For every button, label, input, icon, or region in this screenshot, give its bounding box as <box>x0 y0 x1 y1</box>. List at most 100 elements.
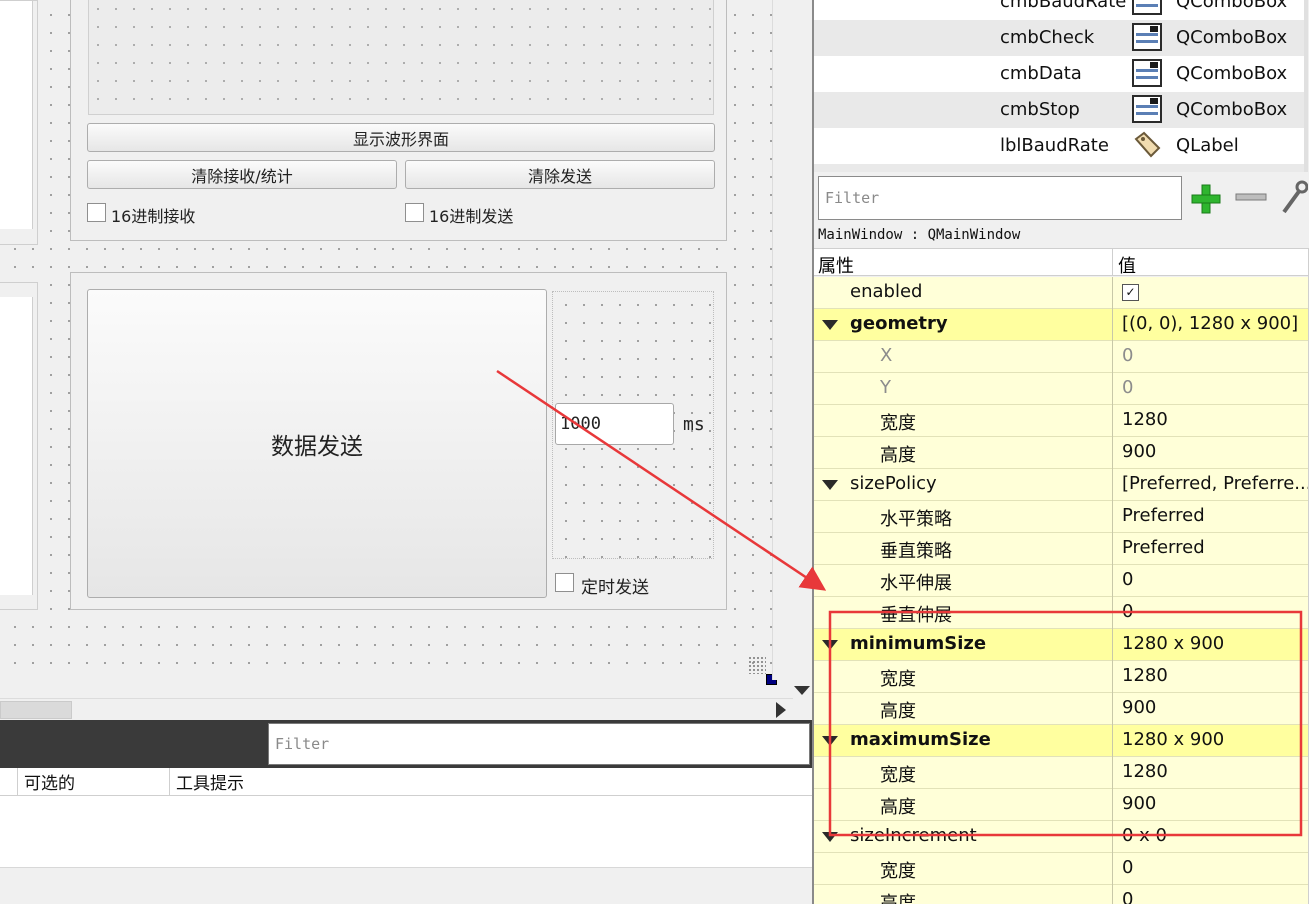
object-inspector-scrollbar[interactable] <box>1304 0 1308 172</box>
object-row[interactable]: cmbData QComboBox <box>814 56 1308 92</box>
property-row-vpolicy[interactable]: 垂直策略 Preferred <box>814 533 1308 565</box>
property-row-max-height[interactable]: 高度 900 <box>814 789 1308 821</box>
receive-text-edit[interactable] <box>0 1 33 229</box>
property-row-vstretch[interactable]: 垂直伸展 0 <box>814 597 1308 629</box>
property-value[interactable]: Preferred <box>1122 537 1205 558</box>
property-object-title: MainWindow : QMainWindow <box>818 227 1021 243</box>
property-value[interactable]: 0 <box>1122 601 1133 622</box>
property-row-maximumsize[interactable]: maximumSize 1280 x 900 <box>814 725 1308 757</box>
property-row-x[interactable]: X 0 <box>814 341 1308 373</box>
horizontal-scroll-thumb[interactable] <box>0 701 72 719</box>
wrench-icon[interactable] <box>1280 180 1308 216</box>
object-row[interactable]: lblBaudRate QLabel <box>814 128 1308 164</box>
property-value[interactable]: 0 <box>1122 889 1133 904</box>
timed-send-label: 定时发送 <box>581 578 649 598</box>
combobox-icon <box>1132 95 1162 123</box>
add-property-icon[interactable] <box>1189 182 1223 216</box>
property-row-min-width[interactable]: 宽度 1280 <box>814 661 1308 693</box>
object-row[interactable]: cmbStop QComboBox <box>814 92 1308 128</box>
enabled-checkbox[interactable]: ✓ <box>1122 284 1139 301</box>
property-row-sizeincrement[interactable]: sizeIncrement 0 x 0 <box>814 821 1308 853</box>
header-cell-tooltip[interactable]: 工具提示 <box>170 768 370 795</box>
object-class: QComboBox <box>1176 99 1288 120</box>
property-value[interactable]: 900 <box>1122 793 1156 814</box>
scroll-down-button[interactable] <box>792 682 812 698</box>
property-name: 水平策略 <box>880 509 952 530</box>
property-name: maximumSize <box>850 729 991 750</box>
signal-table-body[interactable] <box>0 796 812 868</box>
property-row-geometry[interactable]: geometry [(0, 0), 1280 x 900] <box>814 309 1308 341</box>
hex-receive-label: 16进制接收 <box>111 207 196 226</box>
property-value[interactable]: 900 <box>1122 441 1156 462</box>
send-data-button[interactable]: 数据发送 <box>87 289 547 598</box>
property-name: 高度 <box>880 445 916 466</box>
combobox-icon <box>1132 59 1162 87</box>
property-value[interactable]: 1280 x 900 <box>1122 729 1224 750</box>
vertical-scrollbar[interactable] <box>772 0 793 680</box>
expand-arrow-icon[interactable] <box>822 320 838 330</box>
property-value[interactable]: 900 <box>1122 697 1156 718</box>
expand-arrow-icon[interactable] <box>822 832 838 842</box>
object-class: QComboBox <box>1176 0 1288 12</box>
property-value[interactable]: 0 <box>1122 377 1133 398</box>
property-filter-input[interactable]: Filter <box>818 176 1182 220</box>
property-name: 高度 <box>880 797 916 818</box>
expand-arrow-icon[interactable] <box>822 640 838 650</box>
property-value[interactable]: [Preferred, Preferre... <box>1122 473 1308 494</box>
horizontal-scrollbar[interactable] <box>0 698 793 720</box>
property-row-width[interactable]: 宽度 1280 <box>814 405 1308 437</box>
expand-arrow-icon[interactable] <box>822 480 838 490</box>
property-name: Y <box>880 377 891 398</box>
property-value[interactable]: 1280 x 900 <box>1122 633 1224 654</box>
property-row-hpolicy[interactable]: 水平策略 Preferred <box>814 501 1308 533</box>
clear-send-button[interactable]: 清除发送 <box>405 160 715 189</box>
property-row-hstretch[interactable]: 水平伸展 0 <box>814 565 1308 597</box>
chevron-down-icon <box>794 686 810 695</box>
property-value[interactable]: [(0, 0), 1280 x 900] <box>1122 313 1298 334</box>
header-value[interactable]: 值 <box>1118 252 1136 278</box>
property-value[interactable]: 1280 <box>1122 665 1168 686</box>
show-wave-button[interactable]: 显示波形界面 <box>87 123 715 152</box>
property-name: X <box>880 345 893 366</box>
object-row[interactable]: cmbBaudRate QComboBox <box>814 0 1308 20</box>
property-value[interactable]: 0 x 0 <box>1122 825 1167 846</box>
object-row[interactable]: cmbCheck QComboBox <box>814 20 1308 56</box>
property-row-max-width[interactable]: 宽度 1280 <box>814 757 1308 789</box>
signal-filter-input[interactable]: Filter <box>268 723 810 765</box>
property-row-minimumsize[interactable]: minimumSize 1280 x 900 <box>814 629 1308 661</box>
property-row-enabled[interactable]: enabled ✓ <box>814 277 1308 309</box>
property-name: minimumSize <box>850 633 987 654</box>
object-class: QLabel <box>1176 135 1239 156</box>
property-value[interactable]: 0 <box>1122 345 1133 366</box>
remove-property-icon[interactable] <box>1234 192 1268 204</box>
send-text-edit[interactable] <box>0 297 33 595</box>
property-name: 高度 <box>880 893 916 904</box>
expand-arrow-icon[interactable] <box>822 736 838 746</box>
property-row-y[interactable]: Y 0 <box>814 373 1308 405</box>
hex-send-checkbox[interactable] <box>405 203 424 222</box>
property-row-min-height[interactable]: 高度 900 <box>814 693 1308 725</box>
form-canvas[interactable]: 显示波形界面 清除接收/统计 清除发送 16进制接收 16进制发送 数据发送 1… <box>0 0 793 685</box>
property-value[interactable]: Preferred <box>1122 505 1205 526</box>
property-row-inc-height[interactable]: 高度 0 <box>814 885 1308 904</box>
property-name: 垂直策略 <box>880 541 952 562</box>
property-row-sizepolicy[interactable]: sizePolicy [Preferred, Preferre... <box>814 469 1308 501</box>
left-groupbox-top <box>0 0 38 245</box>
property-row-inc-width[interactable]: 宽度 0 <box>814 853 1308 885</box>
size-grip[interactable] <box>748 656 766 674</box>
header-property[interactable]: 属性 <box>818 252 854 278</box>
property-value[interactable]: 1280 <box>1122 761 1168 782</box>
property-row-height[interactable]: 高度 900 <box>814 437 1308 469</box>
chevron-right-icon[interactable] <box>776 702 786 718</box>
clear-receive-button[interactable]: 清除接收/统计 <box>87 160 397 189</box>
hex-receive-checkbox[interactable] <box>87 203 106 222</box>
property-name: 宽度 <box>880 765 916 786</box>
timed-send-checkbox[interactable] <box>555 573 574 592</box>
property-value[interactable]: 0 <box>1122 569 1133 590</box>
property-value[interactable]: 0 <box>1122 857 1133 878</box>
object-row[interactable] <box>814 164 1308 172</box>
timer-layout: 1000 ms <box>552 291 714 559</box>
interval-spinbox[interactable]: 1000 <box>555 403 674 445</box>
header-cell-optional[interactable]: 可选的 <box>18 768 170 795</box>
property-value[interactable]: 1280 <box>1122 409 1168 430</box>
